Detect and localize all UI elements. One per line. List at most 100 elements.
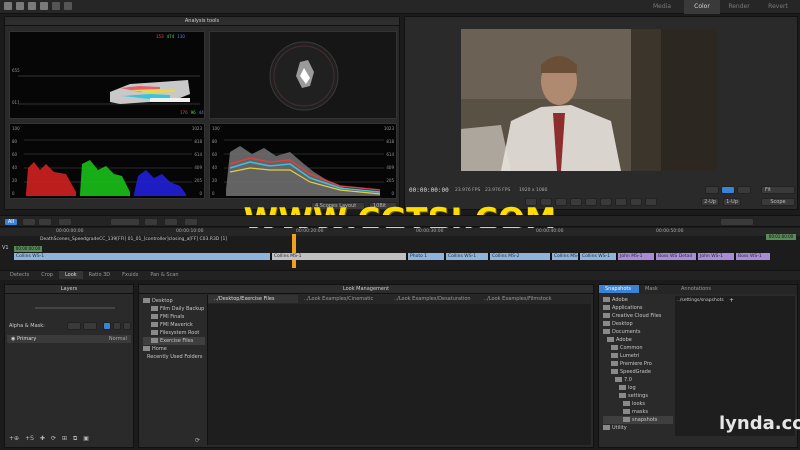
tool-grid[interactable]	[184, 218, 198, 226]
tree-item[interactable]: SpeedGrade	[603, 368, 673, 376]
add-snapshot-icon[interactable]: +	[729, 297, 734, 304]
tree-item[interactable]: looks	[603, 400, 673, 408]
clip[interactable]: Collins WS-1	[580, 253, 616, 260]
last-frame-button[interactable]	[630, 198, 642, 206]
tree-item-desktop[interactable]: Desktop	[143, 297, 205, 305]
add-layer-icon[interactable]: +⊕	[9, 435, 19, 443]
tool-c[interactable]	[58, 218, 72, 226]
tree-item-filesystem[interactable]: Filesystem Root	[143, 329, 205, 337]
tree-item[interactable]: Desktop	[603, 320, 673, 328]
playhead[interactable]	[292, 234, 296, 268]
tree-item[interactable]: masks	[603, 408, 673, 416]
folder-icon	[623, 409, 630, 414]
tree-item[interactable]: 7.0	[603, 376, 673, 384]
tree-item[interactable]: log	[603, 384, 673, 392]
tree-item-film-daily[interactable]: Film Daily Backup	[143, 305, 205, 313]
tab-detects[interactable]: Detects	[4, 271, 35, 279]
plus-icon[interactable]: ✚	[40, 435, 45, 443]
tree-item-recent[interactable]: Recently Used Folders	[143, 353, 205, 361]
viewer-btn-c[interactable]	[737, 186, 751, 194]
tab-snapshots[interactable]: Snapshots	[599, 285, 639, 293]
trash-icon[interactable]: ▣	[83, 435, 89, 443]
tree-item[interactable]: settings	[603, 392, 673, 400]
layer-row[interactable]: ◉ Primary Normal	[7, 335, 131, 343]
look-tab-desaturation[interactable]: ../Look Examples/Desaturation	[388, 295, 478, 303]
tab-mask[interactable]: Mask	[639, 285, 675, 293]
add-button[interactable]	[110, 218, 140, 226]
panel-tabs: Detects Crop Look Ratio 3D Fxuids Pan & …	[0, 270, 800, 280]
tree-item[interactable]: Premiere Pro	[603, 360, 673, 368]
clip[interactable]: Collins MS-1	[552, 253, 578, 260]
new-icon[interactable]	[4, 2, 12, 10]
tree-item[interactable]: Creative Cloud Files	[603, 312, 673, 320]
layer-mode[interactable]: Normal	[109, 335, 127, 343]
look-tab-cinematic[interactable]: ../Look Examples/Cinematic	[298, 295, 388, 303]
tree-item-fmi-maverick[interactable]: FMI Maverick	[143, 321, 205, 329]
tab-media[interactable]: Media	[640, 0, 684, 14]
fit-select[interactable]: Fit	[761, 186, 795, 194]
tab-revert[interactable]: Revert	[758, 0, 798, 14]
clip[interactable]: Collins MS-2	[490, 253, 550, 260]
add-s-icon[interactable]: +S	[25, 435, 34, 443]
clip[interactable]: Collins MS-1	[272, 253, 406, 260]
two-up-button[interactable]: 2-Up	[701, 198, 719, 206]
tree-item[interactable]: snapshots	[603, 416, 673, 424]
next-frame-button[interactable]	[615, 198, 627, 206]
clip[interactable]: Boss WS-1	[736, 253, 770, 260]
loop-button[interactable]	[645, 198, 657, 206]
scope-button[interactable]: Scope	[761, 198, 795, 206]
mask-btn-e[interactable]	[123, 322, 131, 330]
refresh-icon[interactable]: ⟳	[195, 437, 200, 444]
viewer-btn-a[interactable]	[705, 186, 719, 194]
tab-fxuids[interactable]: Fxuids	[116, 271, 144, 279]
tool-icon[interactable]: ⊞	[62, 435, 67, 443]
clip[interactable]: Photo 1	[408, 253, 444, 260]
all-button[interactable]: All	[4, 218, 18, 226]
viewer-btn-b[interactable]	[721, 186, 735, 194]
effects-button[interactable]	[720, 218, 754, 226]
tool-b[interactable]	[38, 218, 52, 226]
tree-item-fmi-finals[interactable]: FMI Finals	[143, 313, 205, 321]
tool-plus[interactable]	[144, 218, 158, 226]
tree-item[interactable]: Adobe	[603, 336, 673, 344]
export-icon[interactable]	[40, 2, 48, 10]
tree-item-exercise-files[interactable]: Exercise Files	[143, 337, 205, 345]
tab-pan-scan[interactable]: Pan & Scan	[144, 271, 184, 279]
tree-item[interactable]: Applications	[603, 304, 673, 312]
tree-item[interactable]: Documents	[603, 328, 673, 336]
mask-btn-d[interactable]	[113, 322, 121, 330]
clip[interactable]: John MS-1	[618, 253, 654, 260]
tab-color[interactable]: Color	[684, 0, 720, 14]
tool-a[interactable]	[22, 218, 36, 226]
save-icon[interactable]	[28, 2, 36, 10]
clip[interactable]: John WS-1	[698, 253, 734, 260]
open-icon[interactable]	[16, 2, 24, 10]
clip[interactable]: Collins WS-1	[446, 253, 488, 260]
tree-label: Recently Used Folders	[147, 354, 203, 360]
tab-look[interactable]: Look	[58, 271, 83, 279]
look-tab-filmstock[interactable]: ../Look Examples/Filmstock	[478, 295, 558, 303]
tab-render[interactable]: Render	[720, 0, 758, 14]
sync-icon[interactable]: ⟳	[51, 435, 56, 443]
redo-icon[interactable]	[64, 2, 72, 10]
tree-item[interactable]: Lumetri	[603, 352, 673, 360]
look-tab-exercise[interactable]: ../Desktop/Exercise Files	[208, 295, 298, 303]
clip[interactable]: Collins WS-1	[14, 253, 270, 260]
one-up-button[interactable]: 1-Up	[723, 198, 741, 206]
tab-crop[interactable]: Crop	[35, 271, 59, 279]
clip[interactable]: Boss WS Detail	[656, 253, 696, 260]
mask-btn-a[interactable]	[67, 322, 81, 330]
layers-slider[interactable]	[35, 307, 115, 309]
tree-item[interactable]: Adobe	[603, 296, 673, 304]
copy-icon[interactable]: ⧉	[73, 435, 77, 443]
tree-item-home[interactable]: Home	[143, 345, 205, 353]
tool-dot[interactable]	[164, 218, 178, 226]
forward-button[interactable]	[600, 198, 612, 206]
mask-btn-c[interactable]	[103, 322, 111, 330]
mask-btn-b[interactable]	[83, 322, 97, 330]
tree-item[interactable]: Common	[603, 344, 673, 352]
tab-ratio[interactable]: Ratio 3D	[83, 271, 116, 279]
tab-annotations[interactable]: Annotations	[675, 285, 721, 293]
tree-item[interactable]: Utility	[603, 424, 673, 432]
undo-icon[interactable]	[52, 2, 60, 10]
